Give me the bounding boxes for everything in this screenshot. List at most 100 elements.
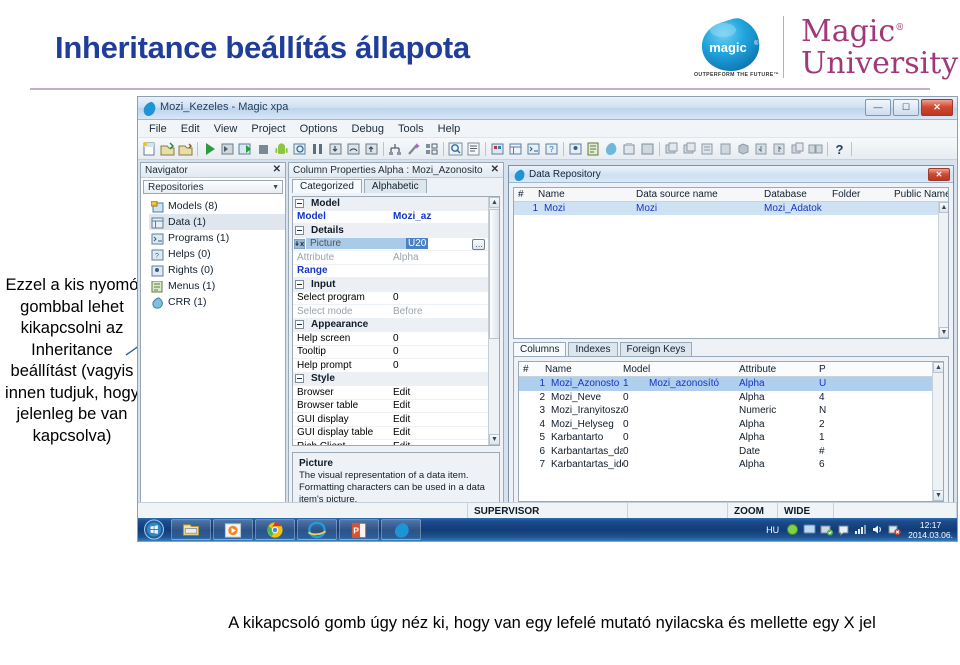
scroll-up-icon[interactable]: ▲ [933, 362, 943, 373]
tab-alphabetic[interactable]: Alphabetic [363, 179, 427, 193]
data-icon[interactable] [507, 141, 524, 157]
google-chrome-icon[interactable] [255, 519, 295, 540]
display-icon[interactable] [803, 523, 816, 536]
data-repository-scrollbar[interactable]: ▲ ▼ [938, 202, 948, 338]
import-icon[interactable] [753, 141, 770, 157]
tab-columns[interactable]: Columns [513, 342, 567, 356]
menus-icon[interactable] [585, 141, 602, 157]
menu-item-view[interactable]: View [207, 123, 245, 135]
programs-icon[interactable] [525, 141, 542, 157]
table-row[interactable]: 4 Mozi_Helyseg 0 Alpha 2 [519, 418, 943, 432]
property-value[interactable]: U20 [406, 238, 499, 250]
tray-language-indicator[interactable]: HU [766, 525, 779, 535]
action-center-icon[interactable] [837, 523, 850, 536]
menu-item-tools[interactable]: Tools [391, 123, 431, 135]
property-value[interactable]: Edit [393, 400, 499, 411]
collapse-icon[interactable] [295, 225, 304, 235]
windows-start-orb-icon[interactable] [139, 519, 169, 540]
run-icon[interactable] [201, 141, 218, 157]
wand-icon[interactable] [405, 141, 422, 157]
scrollbar-thumb[interactable] [489, 209, 499, 339]
property-row-help-screen[interactable]: Help screen 0 [293, 332, 499, 346]
compare-icon[interactable] [807, 141, 824, 157]
table-row[interactable]: 6 Karbantartas_datur 0 Date # [519, 445, 943, 459]
window-maximize-button[interactable]: ☐ [893, 99, 919, 116]
property-row-browser[interactable]: Browser Edit [293, 386, 499, 400]
layout-icon[interactable] [423, 141, 440, 157]
property-value[interactable]: 0 [393, 333, 499, 344]
property-group-input[interactable]: Input [293, 278, 499, 292]
tab-indexes[interactable]: Indexes [568, 342, 618, 356]
green-shield-icon[interactable] [786, 523, 799, 536]
sidebar-item-programs[interactable]: Programs (1) [149, 230, 285, 246]
table-row[interactable]: 5 Karbantarto 0 Alpha 1 [519, 431, 943, 445]
step-into-icon[interactable] [327, 141, 344, 157]
property-value[interactable]: Mozi_az [393, 211, 499, 222]
safely-remove-icon[interactable] [820, 523, 834, 536]
window-minimize-button[interactable]: — [865, 99, 891, 116]
property-row-range[interactable]: Range [293, 265, 499, 278]
close-icon[interactable]: ✕ [491, 164, 499, 175]
property-value[interactable]: 0 [393, 292, 499, 303]
scroll-up-icon[interactable]: ▲ [489, 197, 499, 208]
data-repository-close-button[interactable]: ✕ [928, 168, 950, 181]
property-row-browser-table[interactable]: Browser table Edit [293, 400, 499, 413]
db-icon[interactable] [663, 141, 680, 157]
columns-table-scrollbar[interactable]: ▲ ▼ [932, 362, 943, 501]
network-icon[interactable] [854, 523, 867, 536]
open-file-icon[interactable] [159, 141, 176, 157]
table-row[interactable]: 2 Mozi_Neve 0 Alpha 4 [519, 391, 943, 405]
picture-ellipsis-button[interactable]: … [472, 238, 485, 250]
rights-icon[interactable] [567, 141, 584, 157]
property-value[interactable]: Edit [393, 414, 499, 425]
tree-icon[interactable] [387, 141, 404, 157]
sidebar-item-helps[interactable]: ? Helps (0) [149, 246, 285, 262]
tab-foreign-keys[interactable]: Foreign Keys [619, 342, 693, 356]
property-row-help-prompt[interactable]: Help prompt 0 [293, 359, 499, 373]
sidebar-item-crr[interactable]: CRR (1) [149, 294, 285, 310]
inspect-icon[interactable] [291, 141, 308, 157]
step-out-icon[interactable] [363, 141, 380, 157]
scroll-up-icon[interactable]: ▲ [939, 202, 948, 213]
column-header-num[interactable]: # [519, 364, 545, 375]
table-row[interactable]: 1 Mozi_Azonosto 1 Mozi_azonosító Alpha U [519, 377, 943, 391]
powerpoint-icon[interactable]: P [339, 519, 379, 540]
merge-icon[interactable] [789, 141, 806, 157]
taskbar-clock[interactable]: 12:17 2014.03.06. [908, 520, 953, 540]
property-value[interactable]: Edit [393, 427, 499, 438]
property-row-rich-client[interactable]: Rich Client Edit [293, 440, 499, 445]
sidebar-item-data[interactable]: Data (1) [149, 214, 285, 230]
property-value[interactable]: 0 [393, 360, 499, 371]
new-file-icon[interactable] [141, 141, 158, 157]
menu-item-debug[interactable]: Debug [345, 123, 391, 135]
property-row-select-program[interactable]: Select program 0 [293, 292, 499, 305]
run-debug-icon[interactable] [219, 141, 236, 157]
property-group-appearance[interactable]: Appearance [293, 318, 499, 332]
help-icon[interactable]: ? [831, 141, 848, 157]
models-icon[interactable] [489, 141, 506, 157]
collapse-icon[interactable] [295, 198, 304, 208]
components-icon[interactable] [621, 141, 638, 157]
services-icon[interactable] [639, 141, 656, 157]
repositories-dropdown[interactable]: Repositories ▼ [143, 180, 283, 194]
inheritance-toggle-icon[interactable] [293, 238, 306, 250]
tab-categorized[interactable]: Categorized [292, 179, 362, 193]
open-project-icon[interactable] [177, 141, 194, 157]
column-header-model[interactable]: Model [623, 364, 739, 375]
property-row-select-mode[interactable]: Select mode Before [293, 305, 499, 319]
sidebar-item-rights[interactable]: Rights (0) [149, 262, 285, 278]
table-row[interactable]: 3 Mozi_Iranyitoszam 0 Numeric N [519, 404, 943, 418]
menu-item-project[interactable]: Project [244, 123, 292, 135]
pause-icon[interactable] [309, 141, 326, 157]
scroll-down-icon[interactable]: ▼ [939, 327, 948, 338]
property-row-tooltip[interactable]: Tooltip 0 [293, 346, 499, 359]
volume-icon[interactable] [871, 523, 884, 536]
column-header-database[interactable]: Database [764, 189, 832, 200]
android-icon[interactable] [273, 141, 290, 157]
warning-icon[interactable] [888, 523, 901, 536]
list-icon[interactable] [465, 141, 482, 157]
navigator-close-icon[interactable]: ✕ [273, 164, 281, 175]
property-row-model[interactable]: Model Mozi_az [293, 211, 499, 224]
sidebar-item-menus[interactable]: Menus (1) [149, 278, 285, 294]
zoom-icon[interactable] [447, 141, 464, 157]
